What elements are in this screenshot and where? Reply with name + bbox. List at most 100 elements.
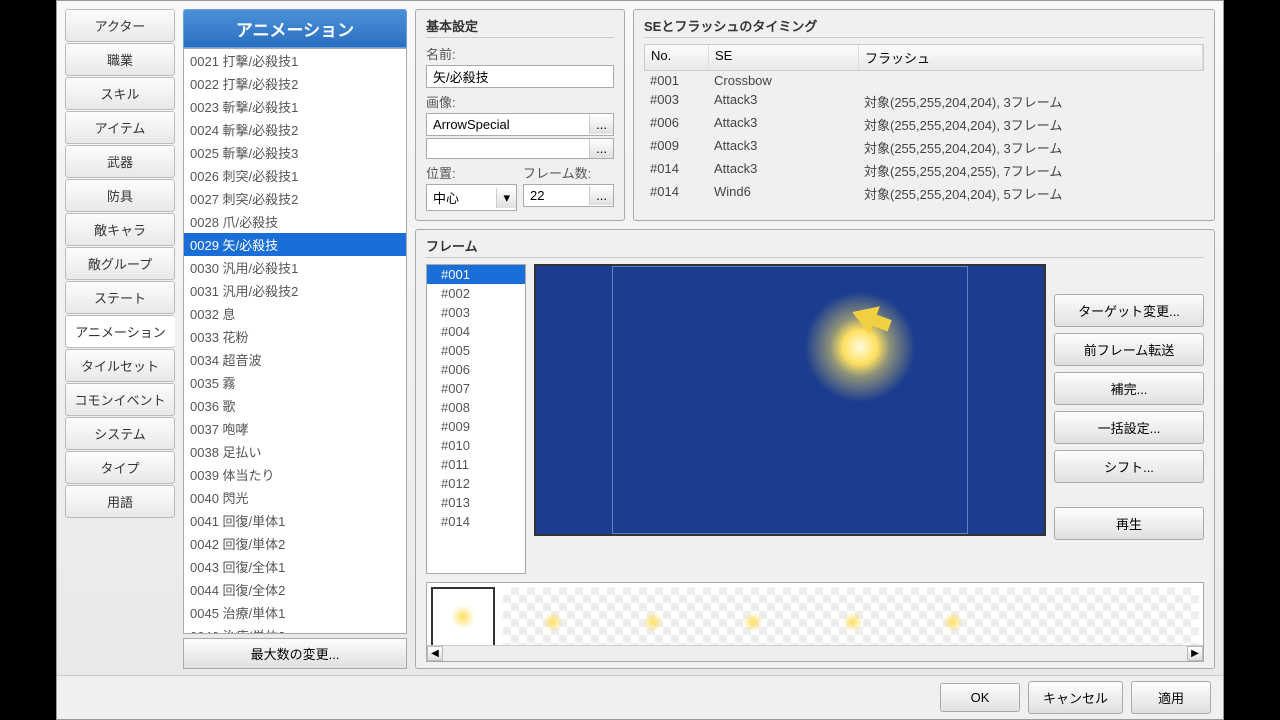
frame-item[interactable]: #002 [427, 284, 525, 303]
frame-title: フレーム [426, 236, 1204, 258]
timing-row[interactable]: #014Attack3対象(255,255,204,255), 7フレーム [644, 159, 1204, 182]
anim-item[interactable]: 0028 爪/必殺技 [184, 210, 406, 233]
image2-combo[interactable]: ... [426, 138, 614, 159]
timing-row[interactable]: #014Wind6対象(255,255,204,204), 5フレーム [644, 182, 1204, 205]
anim-item[interactable]: 0045 治療/単体1 [184, 601, 406, 624]
anim-item[interactable]: 0021 打撃/必殺技1 [184, 49, 406, 72]
name-input[interactable] [426, 65, 614, 88]
cell-thumbnails[interactable]: ◀▶ [426, 582, 1204, 662]
timing-row[interactable]: #001Crossbow [644, 71, 1204, 90]
anim-item[interactable]: 0033 花粉 [184, 325, 406, 348]
anim-item[interactable]: 0044 回復/全体2 [184, 578, 406, 601]
tab-11[interactable]: コモンイベント [65, 383, 175, 416]
tool-button-4[interactable]: シフト... [1054, 450, 1204, 483]
frame-item[interactable]: #012 [427, 474, 525, 493]
frame-item[interactable]: #007 [427, 379, 525, 398]
anim-item[interactable]: 0024 斬撃/必殺技2 [184, 118, 406, 141]
anim-item[interactable]: 0036 歌 [184, 394, 406, 417]
animation-canvas[interactable] [534, 264, 1046, 536]
frame-item[interactable]: #010 [427, 436, 525, 455]
ok-button[interactable]: OK [940, 683, 1020, 712]
frame-item[interactable]: #005 [427, 341, 525, 360]
scroll-right-icon[interactable]: ▶ [1187, 646, 1203, 661]
tab-14[interactable]: 用語 [65, 485, 175, 518]
anim-item[interactable]: 0034 超音波 [184, 348, 406, 371]
ellipsis-icon: ... [589, 186, 613, 205]
timing-row[interactable]: #003Attack3対象(255,255,204,204), 3フレーム [644, 90, 1204, 113]
tab-13[interactable]: タイプ [65, 451, 175, 484]
tab-3[interactable]: アイテム [65, 111, 175, 144]
category-tabs: アクター職業スキルアイテム武器防具敵キャラ敵グループステートアニメーションタイル… [65, 9, 175, 669]
anim-item[interactable]: 0026 刺突/必殺技1 [184, 164, 406, 187]
frame-list[interactable]: #001#002#003#004#005#006#007#008#009#010… [426, 264, 526, 574]
frame-item[interactable]: #013 [427, 493, 525, 512]
tool-button-5[interactable]: 再生 [1054, 507, 1204, 540]
tab-4[interactable]: 武器 [65, 145, 175, 178]
anim-item[interactable]: 0025 斬撃/必殺技3 [184, 141, 406, 164]
frames-input[interactable]: 22... [523, 184, 614, 207]
dialog-buttons: OK キャンセル 適用 [57, 675, 1223, 719]
chevron-down-icon: ▾ [496, 188, 516, 208]
anim-item[interactable]: 0042 回復/単体2 [184, 532, 406, 555]
anim-item[interactable]: 0041 回復/単体1 [184, 509, 406, 532]
anim-item[interactable]: 0023 斬撃/必殺技1 [184, 95, 406, 118]
anim-item[interactable]: 0029 矢/必殺技 [184, 233, 406, 256]
anim-item[interactable]: 0035 霧 [184, 371, 406, 394]
frame-panel: フレーム #001#002#003#004#005#006#007#008#00… [415, 229, 1215, 669]
effect-glow [800, 287, 920, 407]
timing-table[interactable]: No. SE フラッシュ #001Crossbow#003Attack3対象(2… [644, 44, 1204, 205]
timing-panel: SEとフラッシュのタイミング No. SE フラッシュ #001Crossbow… [633, 9, 1215, 221]
tab-12[interactable]: システム [65, 417, 175, 450]
timing-row[interactable]: #009Attack3対象(255,255,204,204), 3フレーム [644, 136, 1204, 159]
cell-thumb[interactable] [431, 587, 495, 647]
ellipsis-icon: ... [589, 139, 613, 158]
anim-item[interactable]: 0039 体当たり [184, 463, 406, 486]
anim-item[interactable]: 0027 刺突/必殺技2 [184, 187, 406, 210]
tab-0[interactable]: アクター [65, 9, 175, 42]
tab-10[interactable]: タイルセット [65, 349, 175, 382]
col-no: No. [645, 45, 709, 70]
tool-button-0[interactable]: ターゲット変更... [1054, 294, 1204, 327]
tab-1[interactable]: 職業 [65, 43, 175, 76]
basic-settings-panel: 基本設定 名前: 画像: ArrowSpecial... ... 位置: 中心▾… [415, 9, 625, 221]
cancel-button[interactable]: キャンセル [1028, 681, 1123, 714]
anim-item[interactable]: 0037 咆哮 [184, 417, 406, 440]
tab-9[interactable]: アニメーション [65, 315, 175, 348]
anim-item[interactable]: 0032 息 [184, 302, 406, 325]
image-label: 画像: [426, 92, 614, 111]
tool-button-1[interactable]: 前フレーム転送 [1054, 333, 1204, 366]
anim-item[interactable]: 0030 汎用/必殺技1 [184, 256, 406, 279]
tab-8[interactable]: ステート [65, 281, 175, 314]
timing-row[interactable]: #006Attack3対象(255,255,204,204), 3フレーム [644, 113, 1204, 136]
anim-item[interactable]: 0022 打撃/必殺技2 [184, 72, 406, 95]
frame-item[interactable]: #001 [427, 265, 525, 284]
anim-item[interactable]: 0031 汎用/必殺技2 [184, 279, 406, 302]
frame-item[interactable]: #014 [427, 512, 525, 531]
tab-6[interactable]: 敵キャラ [65, 213, 175, 246]
scroll-left-icon[interactable]: ◀ [427, 646, 443, 661]
apply-button[interactable]: 適用 [1131, 681, 1211, 714]
anim-item[interactable]: 0040 閃光 [184, 486, 406, 509]
frame-item[interactable]: #004 [427, 322, 525, 341]
anim-item[interactable]: 0043 回復/全体1 [184, 555, 406, 578]
animation-list[interactable]: 0021 打撃/必殺技10022 打撃/必殺技20023 斬撃/必殺技10024… [183, 48, 407, 634]
max-change-button[interactable]: 最大数の変更... [183, 638, 407, 669]
position-select[interactable]: 中心▾ [426, 184, 517, 211]
frame-item[interactable]: #011 [427, 455, 525, 474]
tab-7[interactable]: 敵グループ [65, 247, 175, 280]
frame-tools: ターゲット変更... 前フレーム転送補完... 一括設定... シフト... 再生 [1054, 264, 1204, 574]
tab-2[interactable]: スキル [65, 77, 175, 110]
anim-item[interactable]: 0038 足払い [184, 440, 406, 463]
col-se: SE [709, 45, 859, 70]
frame-item[interactable]: #006 [427, 360, 525, 379]
tool-button-2[interactable]: 補完... [1054, 372, 1204, 405]
tool-button-3[interactable]: 一括設定... [1054, 411, 1204, 444]
frame-item[interactable]: #008 [427, 398, 525, 417]
name-label: 名前: [426, 44, 614, 63]
image1-combo[interactable]: ArrowSpecial... [426, 113, 614, 136]
tab-5[interactable]: 防具 [65, 179, 175, 212]
frame-item[interactable]: #009 [427, 417, 525, 436]
anim-item[interactable]: 0046 治療/単体2 [184, 624, 406, 634]
frame-item[interactable]: #003 [427, 303, 525, 322]
timing-title: SEとフラッシュのタイミング [644, 16, 1204, 38]
